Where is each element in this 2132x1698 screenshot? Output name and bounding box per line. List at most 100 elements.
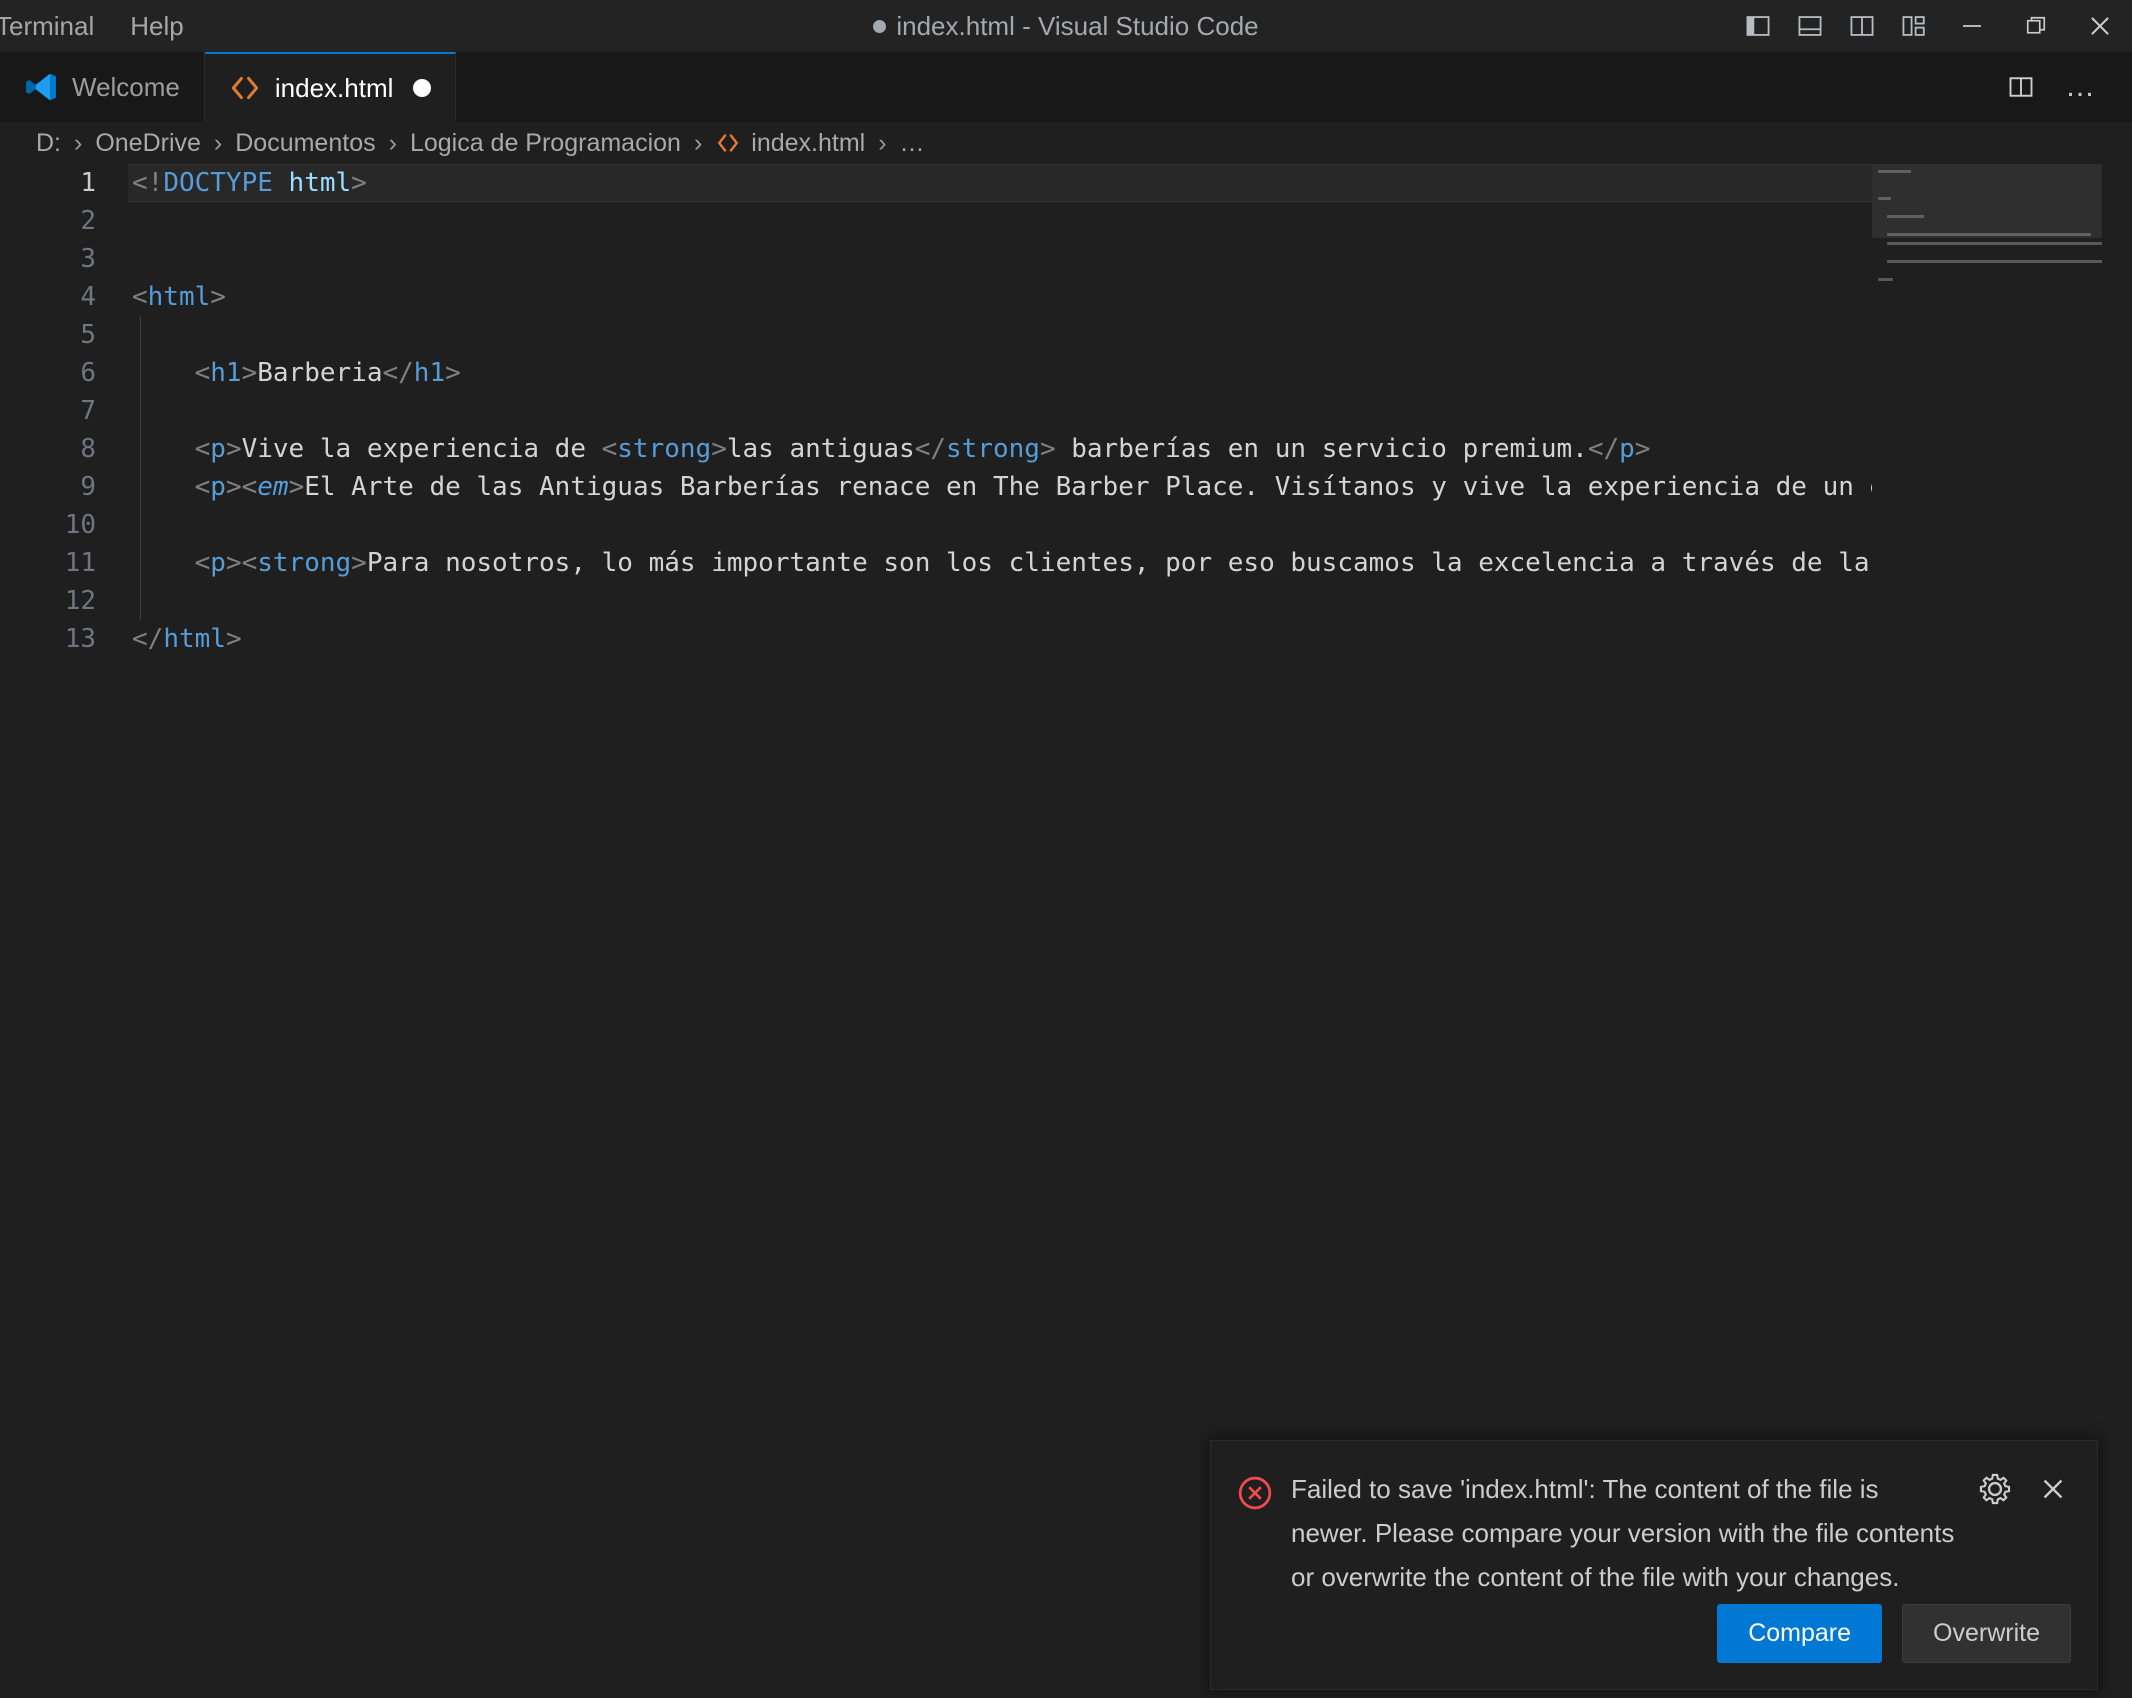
more-actions-button[interactable]: … [2054, 60, 2108, 114]
code-line[interactable]: 13 </html> [0, 620, 1872, 658]
code-line[interactable]: 2 [0, 202, 1872, 240]
toggle-panel-button[interactable] [1784, 0, 1836, 52]
restore-icon [2026, 16, 2046, 34]
code-line[interactable]: 10 [0, 506, 1872, 544]
code-token: > [288, 472, 305, 502]
breadcrumb: D: › OneDrive › Documentos › Logica de P… [0, 122, 2132, 164]
code-token: > [351, 168, 367, 198]
compare-button[interactable]: Compare [1717, 1604, 1883, 1663]
line-content[interactable]: <h1>Barberia</h1> [132, 358, 461, 388]
code-token: h1 [210, 358, 242, 388]
window-minimize-button[interactable] [1940, 0, 2004, 52]
line-number: 13 [64, 624, 96, 654]
tab-dirty-indicator-icon[interactable] [413, 79, 432, 97]
code-token: html [147, 282, 211, 312]
notification-toolbar [1977, 1471, 2071, 1507]
minimap-line [1878, 278, 1894, 281]
code-token: > [711, 434, 727, 464]
breadcrumb-separator: › [213, 128, 223, 157]
code-token: </ [914, 434, 947, 464]
window-title-text: index.html - Visual Studio Code [896, 10, 1259, 41]
split-editor-right-button[interactable] [1994, 60, 2048, 114]
vscode-window: Terminal Help index.html - Visual Studio… [0, 0, 2132, 1698]
code-line[interactable]: 9 <p><em>El Arte de las Antiguas Barberí… [0, 468, 1872, 506]
line-number: 7 [80, 396, 96, 426]
line-content[interactable]: <!DOCTYPE html> [132, 168, 367, 198]
breadcrumb-item-drive[interactable]: D: [36, 129, 61, 158]
tab-welcome[interactable]: Welcome [0, 52, 205, 122]
notification-toast: Failed to save 'index.html': The content… [1210, 1440, 2098, 1690]
minimap-slider[interactable] [1872, 164, 2102, 238]
code-line[interactable]: 12 [0, 582, 1872, 620]
line-content[interactable]: <p><em>El Arte de las Antiguas Barberías… [132, 472, 1872, 502]
code-token: Para nosotros, lo más importante son los… [366, 548, 1870, 578]
code-token: > [225, 434, 242, 464]
minimap-line [1886, 233, 2092, 236]
window-close-button[interactable] [2068, 0, 2132, 52]
customize-layout-button[interactable] [1888, 0, 1940, 52]
breadcrumb-separator: › [388, 128, 397, 157]
tab-label-index-html: index.html [274, 72, 394, 103]
breadcrumb-item-index-html[interactable]: index.html [751, 129, 865, 158]
line-content[interactable]: <html> [132, 282, 226, 312]
code-line[interactable]: 7 [0, 392, 1872, 430]
code-token: > [225, 472, 242, 502]
line-content[interactable]: </html> [132, 624, 242, 654]
editor-overview-ruler [2102, 164, 2132, 1698]
customize-layout-icon [1902, 16, 1925, 36]
minimize-icon [1963, 25, 1981, 27]
menu-item-terminal[interactable]: Terminal [0, 0, 112, 52]
minimap-line [1886, 260, 2103, 263]
code-line[interactable]: 1 <!DOCTYPE html> [0, 164, 1872, 202]
tab-index-html[interactable]: index.html [204, 52, 457, 122]
unsaved-indicator-icon [873, 19, 887, 33]
indent-guide [140, 392, 141, 430]
code-line[interactable]: 11 <p><strong>Para nosotros, lo más impo… [0, 544, 1872, 582]
line-number: 12 [64, 586, 96, 616]
breadcrumb-item-symbols[interactable]: … [900, 129, 925, 158]
title-bar-actions [1732, 0, 2132, 52]
code-token: < [241, 472, 258, 502]
more-actions-icon: … [2065, 70, 2097, 103]
code-token: Barberia [257, 358, 383, 388]
code-line[interactable]: 8 <p>Vive la experiencia de <strong>las … [0, 430, 1872, 468]
code-token: > [225, 624, 242, 654]
editor-vertical-scrollbar[interactable] [2102, 164, 2132, 1698]
code-token: > [1039, 434, 1056, 464]
breadcrumb-item-onedrive[interactable]: OneDrive [95, 129, 201, 158]
breadcrumb-item-logica-de-programacion[interactable]: Logica de Programacion [410, 129, 681, 158]
toggle-secondary-sidebar-button[interactable] [1836, 0, 1888, 52]
line-content[interactable]: <p><strong>Para nosotros, lo más importa… [132, 548, 1870, 578]
line-content[interactable]: <p>Vive la experiencia de <strong>las an… [132, 434, 1651, 464]
split-editor-icon [2009, 77, 2033, 97]
code-token: <! [132, 168, 164, 198]
code-token: </ [1587, 434, 1620, 464]
code-token: barberías en un servicio premium. [1055, 434, 1588, 464]
toggle-primary-sidebar-button[interactable] [1732, 0, 1784, 52]
line-number: 1 [80, 168, 96, 198]
minimap-line [1886, 215, 1925, 218]
html-file-icon [715, 130, 741, 156]
code-line[interactable]: 4 <html> [0, 278, 1872, 316]
breadcrumb-item-documentos[interactable]: Documentos [235, 129, 375, 158]
overwrite-button[interactable]: Overwrite [1902, 1604, 2071, 1663]
code-line[interactable]: 3 [0, 240, 1872, 278]
code-line[interactable]: 5 [0, 316, 1872, 354]
close-icon [2091, 17, 2109, 35]
editor-tab-bar: Welcome index.html … [0, 52, 2132, 122]
secondary-sidebar-icon [1850, 16, 1874, 36]
menu-item-help[interactable]: Help [112, 0, 201, 52]
window-restore-button[interactable] [2004, 0, 2068, 52]
code-token: las antiguas [726, 434, 915, 464]
code-token: < [194, 472, 211, 502]
code-token: Vive la experiencia de [241, 434, 602, 464]
gear-icon[interactable] [1977, 1471, 2013, 1507]
code-token: > [445, 358, 461, 388]
code-token: html [163, 624, 226, 654]
close-icon[interactable] [2035, 1471, 2071, 1507]
code-line[interactable]: 6 <h1>Barberia</h1> [0, 354, 1872, 392]
line-number: 2 [80, 206, 96, 236]
code-token: > [241, 358, 258, 388]
